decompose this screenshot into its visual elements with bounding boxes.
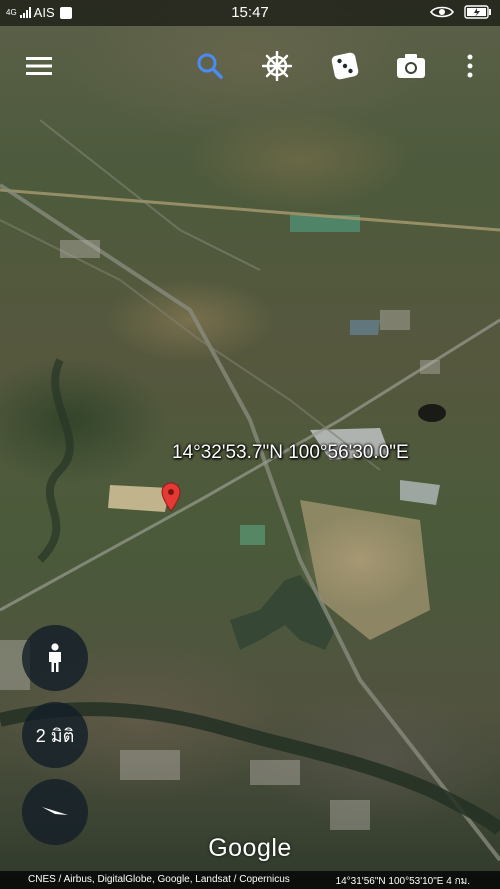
more-button[interactable] [452, 48, 488, 84]
search-icon [197, 53, 223, 79]
status-time: 15:47 [231, 4, 269, 21]
voyager-wheel-icon [262, 51, 292, 81]
coordinate-label: 14°32'53.7"N 100°56'30.0"E [172, 442, 409, 463]
top-toolbar [0, 40, 500, 90]
pegman-button[interactable] [22, 625, 88, 691]
status-bar: 4G AIS 15:47 [0, 0, 500, 26]
more-icon [467, 54, 473, 78]
eye-icon [430, 5, 454, 24]
imagery-attribution[interactable]: CNES / Airbus, DigitalGlobe, Google, Lan… [28, 874, 290, 885]
voyager-button[interactable] [259, 48, 295, 84]
menu-button[interactable] [21, 48, 57, 84]
camera-icon [397, 54, 425, 78]
dice-icon [331, 52, 359, 80]
status-right [430, 5, 492, 24]
view-mode-label: 2 มิติ [35, 725, 75, 746]
search-button[interactable] [192, 48, 228, 84]
camera-button[interactable] [393, 48, 429, 84]
battery-icon [464, 5, 492, 24]
google-logo: Google [208, 834, 292, 862]
camera-info: 14°31'56"N 100°53'10"E 4 กม. [335, 876, 470, 887]
view-mode-button[interactable]: 2 มิติ [22, 702, 88, 768]
menu-icon [26, 57, 52, 75]
feeling-lucky-button[interactable] [327, 48, 363, 84]
compass-icon [42, 807, 68, 815]
location-pin-icon[interactable] [160, 482, 182, 512]
attribution-bar: CNES / Airbus, DigitalGlobe, Google, Lan… [0, 871, 500, 889]
person-icon [49, 643, 61, 672]
